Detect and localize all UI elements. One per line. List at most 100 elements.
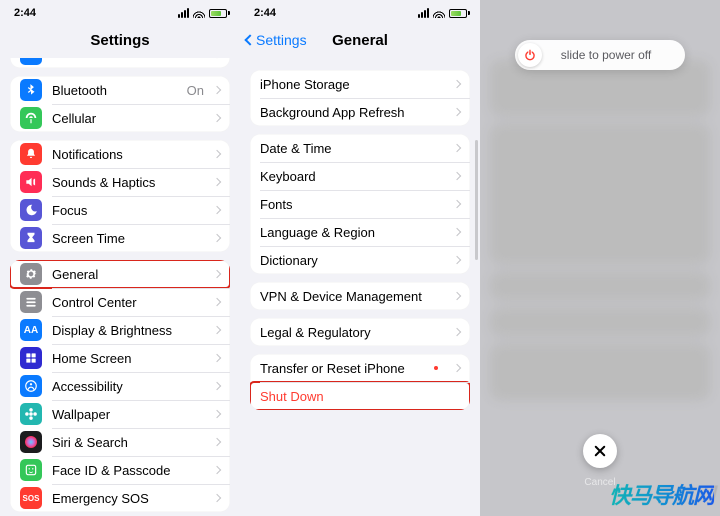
chevron-right-icon <box>213 410 221 418</box>
row-label: Home Screen <box>52 351 204 366</box>
chevron-right-icon <box>453 228 461 236</box>
general-row-shut-down[interactable]: Shut Down <box>250 382 470 410</box>
status-time: 2:44 <box>14 7 36 19</box>
back-button[interactable]: Settings <box>246 32 307 48</box>
row-label: Legal & Regulatory <box>260 325 444 340</box>
general-row-keyboard[interactable]: Keyboard <box>250 162 470 190</box>
scrollbar[interactable] <box>475 140 478 260</box>
settings-row-accessibility[interactable]: Accessibility <box>10 372 230 400</box>
wifi-icon <box>193 8 205 18</box>
chevron-right-icon <box>453 292 461 300</box>
settings-row-controlcenter[interactable]: Control Center <box>10 288 230 316</box>
chevron-right-icon <box>213 234 221 242</box>
row-label: Sounds & Haptics <box>52 175 204 190</box>
settings-row-homescreen[interactable]: Home Screen <box>10 344 230 372</box>
chevron-right-icon <box>453 328 461 336</box>
chevron-right-icon <box>213 326 221 334</box>
wifi-icon <box>433 8 445 18</box>
cellular-icon <box>20 107 42 129</box>
settings-row-sounds[interactable]: Sounds & Haptics <box>10 168 230 196</box>
chevron-left-icon <box>244 34 255 45</box>
settings-row-cellular[interactable]: Cellular <box>10 104 230 132</box>
row-value: On <box>187 83 204 98</box>
row-label: Emergency SOS <box>52 491 204 506</box>
chevron-right-icon <box>213 114 221 122</box>
row-label: Fonts <box>260 197 444 212</box>
general-row-background-app-refresh[interactable]: Background App Refresh <box>250 98 470 126</box>
row-label: Transfer or Reset iPhone <box>260 361 424 376</box>
row-label: Bluetooth <box>52 83 177 98</box>
sounds-icon <box>20 171 42 193</box>
sos-icon: SOS <box>20 487 42 509</box>
chevron-right-icon <box>213 150 221 158</box>
notifications-icon <box>20 143 42 165</box>
row-label: VPN & Device Management <box>260 289 444 304</box>
row-label: Notifications <box>52 147 204 162</box>
chevron-right-icon <box>213 382 221 390</box>
general-row-date-time[interactable]: Date & Time <box>250 134 470 162</box>
general-row-fonts[interactable]: Fonts <box>250 190 470 218</box>
cancel-button[interactable] <box>583 434 617 468</box>
row-label: Background App Refresh <box>260 105 444 120</box>
chevron-right-icon <box>453 256 461 264</box>
battery-icon <box>449 9 470 18</box>
siri-icon <box>20 431 42 453</box>
settings-row-screentime[interactable]: Screen Time <box>10 224 230 252</box>
signal-bars-icon <box>178 8 189 18</box>
settings-row-display[interactable]: AADisplay & Brightness <box>10 316 230 344</box>
bluetooth-icon <box>20 79 42 101</box>
settings-row-bluetooth[interactable]: Bluetooth On <box>10 76 230 104</box>
settings-row-faceid[interactable]: Face ID & Passcode <box>10 456 230 484</box>
general-row-dictionary[interactable]: Dictionary <box>250 246 470 274</box>
chevron-right-icon <box>453 80 461 88</box>
general-row-legal-regulatory[interactable]: Legal & Regulatory <box>250 318 470 346</box>
row-label: Date & Time <box>260 141 444 156</box>
row-label: Dictionary <box>260 253 444 268</box>
row-label: Control Center <box>52 295 204 310</box>
page-title: Settings <box>90 32 149 49</box>
row-label: Shut Down <box>260 389 460 404</box>
general-row-vpn-device-management[interactable]: VPN & Device Management <box>250 282 470 310</box>
row-label: Wallpaper <box>52 407 204 422</box>
screentime-icon <box>20 227 42 249</box>
power-off-slider[interactable]: slide to power off <box>515 40 685 70</box>
general-row-iphone-storage[interactable]: iPhone Storage <box>250 70 470 98</box>
row-label: Screen Time <box>52 231 204 246</box>
accessibility-icon <box>20 375 42 397</box>
general-row-language-region[interactable]: Language & Region <box>250 218 470 246</box>
settings-row-focus[interactable]: Focus <box>10 196 230 224</box>
row-label: Accessibility <box>52 379 204 394</box>
controlcenter-icon <box>20 291 42 313</box>
row-label: General <box>52 267 204 282</box>
battery-icon <box>209 9 230 18</box>
row-label: Display & Brightness <box>52 323 204 338</box>
chevron-right-icon <box>213 206 221 214</box>
settings-row-wallpaper[interactable]: Wallpaper <box>10 400 230 428</box>
homescreen-icon <box>20 347 42 369</box>
general-icon <box>20 263 42 285</box>
row-label: Siri & Search <box>52 435 204 450</box>
chevron-right-icon <box>213 86 221 94</box>
settings-row-notifications[interactable]: Notifications <box>10 140 230 168</box>
focus-icon <box>20 199 42 221</box>
status-bar: 2:44 <box>0 0 240 22</box>
chevron-right-icon <box>453 200 461 208</box>
chevron-right-icon <box>453 108 461 116</box>
settings-row-general[interactable]: General <box>10 260 230 288</box>
chevron-right-icon <box>453 144 461 152</box>
chevron-right-icon <box>213 298 221 306</box>
back-label: Settings <box>256 32 307 48</box>
signal-bars-icon <box>418 8 429 18</box>
screenshot-power-off: slide to power off Cancel <box>480 0 720 516</box>
general-row-transfer-or-reset-iphone[interactable]: Transfer or Reset iPhone <box>250 354 470 382</box>
settings-row-sos[interactable]: SOS Emergency SOS <box>10 484 230 512</box>
close-icon <box>594 445 606 457</box>
row-label: Keyboard <box>260 169 444 184</box>
row-label: Focus <box>52 203 204 218</box>
settings-row-siri[interactable]: Siri & Search <box>10 428 230 456</box>
chevron-right-icon <box>213 270 221 278</box>
list-item[interactable] <box>10 58 230 68</box>
chevron-right-icon <box>213 438 221 446</box>
row-label: Language & Region <box>260 225 444 240</box>
navbar: Settings General <box>240 22 480 58</box>
